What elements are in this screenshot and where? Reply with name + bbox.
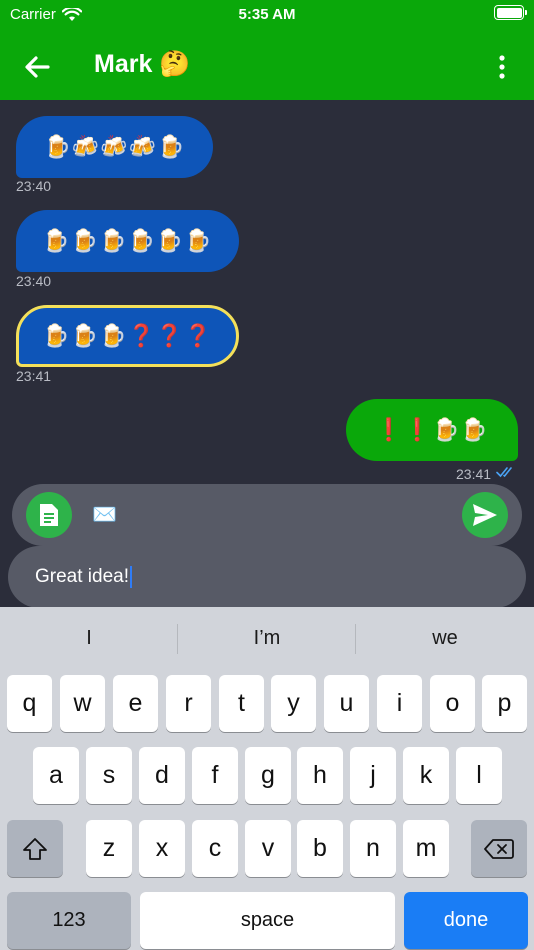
message-bubble-outgoing[interactable]: ❗❗🍺🍺 — [346, 399, 518, 461]
keyboard: I I’m we q w e r t y u i o p a s d f g h… — [0, 607, 534, 950]
space-key[interactable]: space — [140, 892, 395, 949]
chat-title: Mark 🤔 — [94, 50, 191, 78]
message-timestamp: 23:41 — [456, 466, 492, 482]
key-j[interactable]: j — [350, 747, 396, 804]
key-s[interactable]: s — [86, 747, 132, 804]
suggestion-bar: I I’m we — [0, 607, 534, 669]
key-w[interactable]: w — [60, 675, 105, 732]
key-f[interactable]: f — [192, 747, 238, 804]
suggestion-item[interactable]: I’m — [178, 607, 356, 669]
status-bar: Carrier 5:35 AM — [0, 0, 534, 30]
done-key[interactable]: done — [404, 892, 528, 949]
read-receipt-icon — [496, 467, 512, 478]
key-o[interactable]: o — [430, 675, 475, 732]
send-button[interactable] — [462, 492, 508, 538]
key-y[interactable]: y — [271, 675, 316, 732]
message-timestamp: 23:41 — [16, 368, 52, 384]
numbers-key[interactable]: 123 — [7, 892, 131, 949]
key-i[interactable]: i — [377, 675, 422, 732]
key-r[interactable]: r — [166, 675, 211, 732]
key-t[interactable]: t — [219, 675, 264, 732]
key-e[interactable]: e — [113, 675, 158, 732]
message-text: 🍺🍺🍺❓❓❓ — [42, 323, 213, 348]
message-list[interactable]: 🍺🍻🍻🍻🍺 23:40 🍺🍺🍺🍺🍺🍺 23:40 🍺🍺🍺❓❓❓ 23:41 ❗❗… — [0, 100, 534, 485]
back-arrow-icon[interactable] — [22, 52, 52, 82]
key-p[interactable]: p — [482, 675, 527, 732]
message-text: ❗❗🍺🍺 — [375, 417, 489, 442]
backspace-icon — [484, 838, 514, 859]
message-bubble-incoming[interactable]: 🍺🍺🍺🍺🍺🍺 — [16, 210, 239, 272]
key-d[interactable]: d — [139, 747, 185, 804]
message-timestamp: 23:40 — [16, 273, 52, 289]
key-x[interactable]: x — [139, 820, 185, 877]
message-input-value: Great idea! — [35, 566, 129, 587]
key-n[interactable]: n — [350, 820, 396, 877]
status-time: 5:35 AM — [238, 6, 296, 23]
key-z[interactable]: z — [86, 820, 132, 877]
backspace-key[interactable] — [471, 820, 527, 877]
composer-bar: ✉️ — [12, 484, 522, 546]
key-k[interactable]: k — [403, 747, 449, 804]
key-u[interactable]: u — [324, 675, 369, 732]
message-text: 🍺🍺🍺🍺🍺🍺 — [42, 228, 213, 253]
suggestion-item[interactable]: I — [0, 607, 178, 669]
key-g[interactable]: g — [245, 747, 291, 804]
shift-icon — [23, 837, 47, 860]
key-a[interactable]: a — [33, 747, 79, 804]
document-button[interactable] — [26, 492, 72, 538]
send-icon — [473, 504, 497, 526]
message-timestamp: 23:40 — [16, 178, 52, 194]
top-bar: Carrier 5:35 AM Mark 🤔 — [0, 0, 534, 100]
key-l[interactable]: l — [456, 747, 502, 804]
chat-header: Mark 🤔 — [0, 38, 534, 98]
document-icon — [40, 504, 58, 526]
key-h[interactable]: h — [297, 747, 343, 804]
message-input[interactable]: Great idea! — [8, 546, 526, 608]
battery-icon — [494, 5, 527, 20]
more-vertical-icon[interactable] — [490, 54, 514, 80]
message-input-text[interactable]: Great idea! — [35, 566, 132, 588]
suggestion-item[interactable]: we — [356, 607, 534, 669]
key-q[interactable]: q — [7, 675, 52, 732]
key-c[interactable]: c — [192, 820, 238, 877]
shift-key[interactable] — [7, 820, 63, 877]
key-m[interactable]: m — [403, 820, 449, 877]
key-b[interactable]: b — [297, 820, 343, 877]
message-bubble-incoming[interactable]: 🍺🍻🍻🍻🍺 — [16, 116, 213, 178]
envelope-icon[interactable]: ✉️ — [92, 502, 117, 527]
message-bubble-incoming-highlighted[interactable]: 🍺🍺🍺❓❓❓ — [16, 305, 239, 367]
message-text: 🍺🍻🍻🍻🍺 — [43, 134, 186, 159]
key-v[interactable]: v — [245, 820, 291, 877]
text-caret — [130, 566, 132, 588]
